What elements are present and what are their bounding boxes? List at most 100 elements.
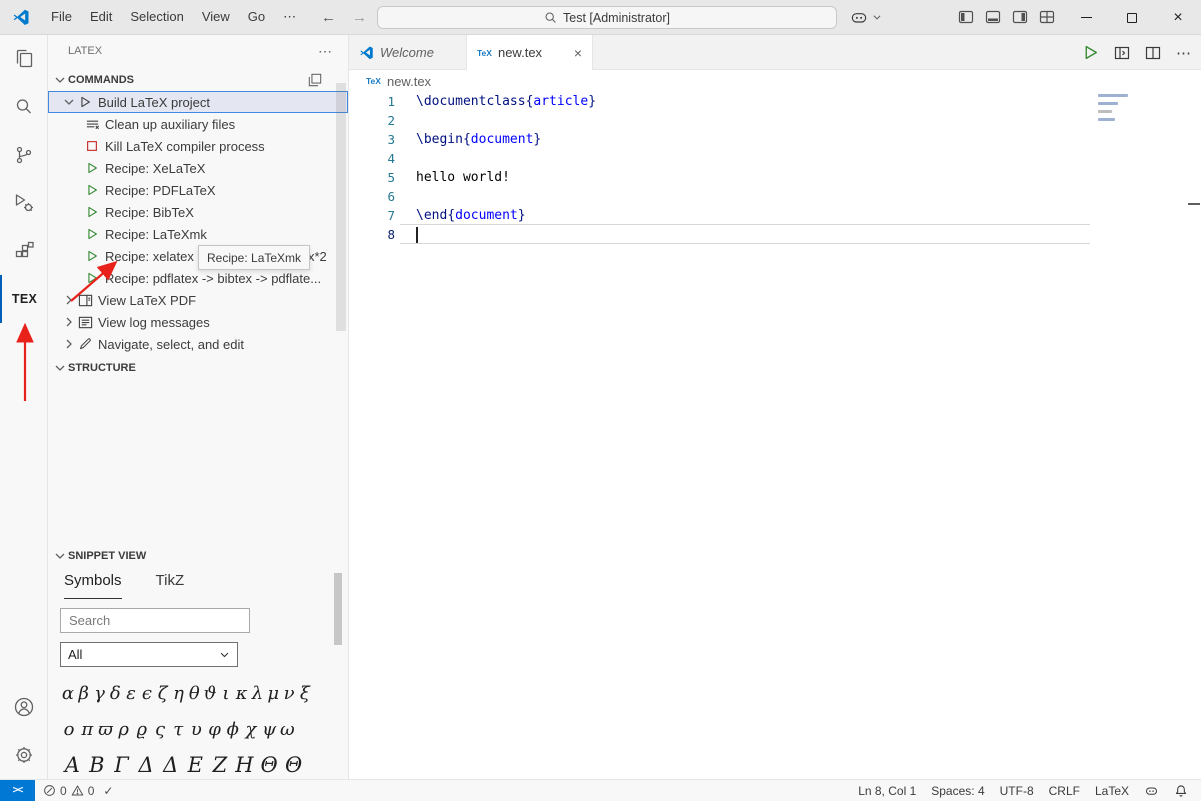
symbol-button[interactable]: E [183, 753, 208, 777]
search-view-icon[interactable] [0, 83, 47, 131]
snippet-view-header[interactable]: SNIPPET VIEW [48, 545, 348, 567]
symbol-category-select[interactable]: All [60, 642, 238, 667]
tab-tikz[interactable]: TikZ [156, 572, 185, 601]
symbol-button[interactable]: Δ [134, 753, 159, 777]
symbol-button[interactable]: υ [187, 719, 205, 740]
commands-section-header[interactable]: COMMANDS [48, 69, 348, 91]
symbol-button[interactable]: ο [60, 719, 78, 740]
symbol-button[interactable]: μ [265, 683, 281, 704]
build-status-check[interactable]: ✓ [103, 784, 113, 798]
sidebar-scrollbar[interactable] [336, 83, 346, 331]
tab-new-tex[interactable]: TeX new.tex × [467, 35, 593, 70]
symbol-button[interactable]: τ [169, 719, 187, 740]
account-icon[interactable] [0, 683, 47, 731]
tab-welcome[interactable]: Welcome [349, 35, 467, 69]
language-mode[interactable]: LaTeX [1095, 784, 1129, 798]
symbol-button[interactable]: ϵ [139, 683, 155, 704]
tree-item-navigate-select-edit[interactable]: Navigate, select, and edit [48, 333, 348, 355]
tree-item-recipe-pdflatex-bibtex-pdflatex[interactable]: Recipe: pdflatex -> bibtex -> pdflate... [48, 267, 348, 289]
symbol-button[interactable]: ψ [260, 719, 278, 740]
symbol-button[interactable]: λ [250, 683, 266, 704]
command-center-search[interactable]: Test [Administrator] [377, 6, 837, 29]
tab-symbols[interactable]: Symbols [64, 572, 122, 599]
explorer-icon[interactable] [0, 35, 47, 83]
symbol-button[interactable]: ε [123, 683, 139, 704]
symbol-button[interactable]: ϖ [96, 719, 114, 740]
settings-gear-icon[interactable] [0, 731, 47, 779]
build-run-button[interactable] [1082, 44, 1099, 61]
symbol-button[interactable]: ϕ [224, 719, 242, 740]
symbol-button[interactable]: Δ [158, 753, 183, 777]
editor-more-actions-button[interactable]: ⋯ [1176, 44, 1191, 62]
toggle-secondary-sidebar-button[interactable] [1012, 9, 1028, 25]
symbol-button[interactable]: Z [208, 753, 233, 777]
indentation[interactable]: Spaces: 4 [931, 784, 984, 798]
commands-section-action-icon[interactable] [308, 73, 322, 87]
encoding[interactable]: UTF-8 [1000, 784, 1034, 798]
tree-item-build-latex-project[interactable]: Build LaTeX project [48, 91, 348, 113]
menu-file[interactable]: File [42, 5, 81, 29]
copilot-status-icon[interactable] [1144, 783, 1159, 798]
run-debug-icon[interactable] [0, 179, 47, 227]
symbol-button[interactable]: β [76, 683, 92, 704]
symbol-button[interactable]: Γ [109, 753, 134, 777]
forward-button[interactable]: → [352, 9, 367, 26]
symbol-button[interactable]: Θ [257, 753, 282, 777]
symbol-button[interactable]: Θ [281, 753, 306, 777]
symbol-button[interactable]: χ [242, 719, 260, 740]
close-window-button[interactable]: × [1155, 0, 1201, 35]
symbol-button[interactable]: η [171, 683, 187, 704]
symbol-button[interactable]: ϑ [202, 683, 218, 704]
tree-item-recipe-bibtex[interactable]: Recipe: BibTeX [48, 201, 348, 223]
symbol-button[interactable]: ι [218, 683, 234, 704]
symbol-button[interactable]: θ [186, 683, 202, 704]
copilot-menu-button[interactable] [849, 7, 882, 27]
toggle-panel-button[interactable] [985, 9, 1001, 25]
code-editor[interactable]: 1 \documentclass{article} 2 3 \begin{doc… [349, 92, 1093, 779]
symbol-button[interactable]: ρ [115, 719, 133, 740]
menu-more[interactable]: ⋯ [274, 5, 305, 29]
menu-go[interactable]: Go [239, 5, 274, 29]
tree-item-view-latex-pdf[interactable]: View LaTeX PDF [48, 289, 348, 311]
tree-item-clean-aux-files[interactable]: Clean up auxiliary files [48, 113, 348, 135]
close-tab-icon[interactable]: × [574, 45, 582, 61]
symbol-button[interactable]: ζ [155, 683, 171, 704]
symbol-button[interactable]: π [78, 719, 96, 740]
symbol-button[interactable]: κ [234, 683, 250, 704]
eol-sequence[interactable]: CRLF [1049, 784, 1080, 798]
symbol-button[interactable]: ν [281, 683, 297, 704]
customize-layout-button[interactable] [1039, 9, 1055, 25]
menu-view[interactable]: View [193, 5, 239, 29]
symbol-button[interactable]: ϱ [133, 719, 151, 740]
symbol-button[interactable]: ω [278, 719, 296, 740]
symbol-search-input[interactable] [60, 608, 250, 633]
menu-edit[interactable]: Edit [81, 5, 121, 29]
latex-workshop-icon[interactable]: TEX [0, 275, 47, 323]
symbol-button[interactable]: γ [92, 683, 108, 704]
snippet-scrollbar[interactable] [334, 573, 342, 645]
symbol-button[interactable]: H [232, 753, 257, 777]
back-button[interactable]: ← [321, 9, 336, 26]
tree-item-recipe-pdflatex[interactable]: Recipe: PDFLaTeX [48, 179, 348, 201]
problems-status[interactable]: 0 0 [43, 784, 94, 798]
notifications-bell-icon[interactable] [1174, 784, 1188, 798]
breadcrumb-file[interactable]: new.tex [387, 74, 431, 89]
tree-item-recipe-xelatex[interactable]: Recipe: XeLaTeX [48, 157, 348, 179]
minimize-button[interactable] [1063, 0, 1109, 35]
minimap[interactable] [1093, 92, 1201, 312]
open-preview-button[interactable] [1114, 45, 1130, 61]
maximize-button[interactable] [1109, 0, 1155, 35]
tree-item-view-log-messages[interactable]: View log messages [48, 311, 348, 333]
remote-indicator[interactable]: >< [0, 780, 35, 801]
symbol-button[interactable]: φ [206, 719, 224, 740]
symbol-button[interactable]: ξ [297, 683, 313, 704]
cursor-position[interactable]: Ln 8, Col 1 [858, 784, 916, 798]
split-editor-button[interactable] [1145, 45, 1161, 61]
symbol-button[interactable]: ς [151, 719, 169, 740]
symbol-button[interactable]: A [60, 753, 85, 777]
toggle-primary-sidebar-button[interactable] [958, 9, 974, 25]
symbol-button[interactable]: δ [107, 683, 123, 704]
tree-item-kill-compiler[interactable]: Kill LaTeX compiler process [48, 135, 348, 157]
extensions-icon[interactable] [0, 227, 47, 275]
symbol-button[interactable]: B [85, 753, 110, 777]
